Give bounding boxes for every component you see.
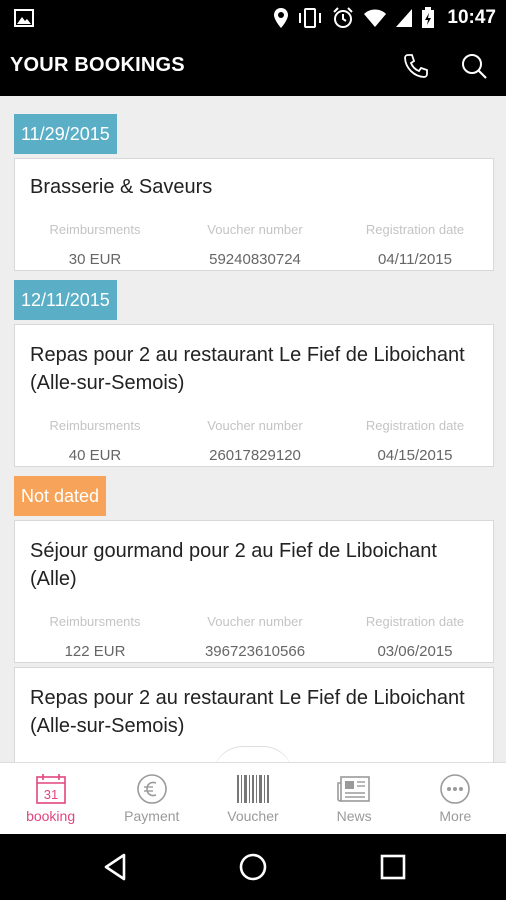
newspaper-icon — [337, 776, 370, 802]
voucher-column: Voucher number 26017829120 — [175, 415, 335, 469]
booking-card[interactable]: Séjour gourmand pour 2 au Fief de Liboic… — [14, 520, 494, 663]
voucher-value: 59240830724 — [209, 251, 301, 268]
reimbursments-value: 40 EUR — [68, 447, 122, 464]
search-icon — [462, 54, 487, 79]
nav-label: booking — [26, 808, 76, 824]
status-bar: 10:47 — [0, 0, 506, 36]
clock-time: 10:47 — [447, 7, 496, 28]
date-header: 12/11/2015 — [14, 280, 117, 320]
nav-news[interactable]: News — [304, 763, 405, 835]
registration-value: 03/06/2015 — [377, 643, 453, 660]
euro-coin-icon — [136, 774, 167, 804]
battery-icon — [422, 7, 435, 28]
meta-label: Reimbursments — [49, 222, 141, 237]
registration-value: 04/15/2015 — [377, 447, 453, 464]
date-header: 11/29/2015 — [14, 114, 117, 154]
nav-label: More — [439, 808, 472, 824]
reimbursments-value: 30 EUR — [68, 251, 122, 268]
nav-label: Payment — [124, 808, 180, 824]
reimbursments-value: 122 EUR — [64, 643, 126, 660]
date-header: Not dated — [14, 476, 107, 516]
booking-card[interactable]: Repas pour 2 au restaurant Le Fief de Li… — [14, 324, 494, 467]
booking-meta: Reimbursments 122 EUR Voucher number 396… — [15, 611, 495, 665]
calendar-day: 31 — [43, 787, 57, 802]
voucher-column: Voucher number 396723610566 — [175, 611, 335, 665]
meta-label: Voucher number — [207, 222, 303, 237]
voucher-value: 396723610566 — [204, 643, 306, 660]
booking-meta: Reimbursments 40 EUR Voucher number 2601… — [15, 415, 495, 469]
nav-voucher[interactable]: Voucher — [202, 763, 303, 835]
reimbursments-column: Reimbursments 40 EUR — [15, 415, 175, 469]
booking-card[interactable]: Brasserie & Saveurs Reimbursments 30 EUR… — [14, 158, 494, 271]
system-nav-bar — [0, 834, 506, 900]
more-dots-icon — [440, 774, 471, 804]
page-title: YOUR BOOKINGS — [10, 54, 185, 76]
alarm-icon — [333, 7, 354, 28]
meta-label: Voucher number — [207, 418, 303, 433]
meta-label: Registration date — [365, 222, 465, 237]
booking-title: Brasserie & Saveurs — [30, 176, 213, 198]
booking-title: Repas pour 2 au restaurant Le Fief de Li… — [30, 687, 465, 737]
bottom-nav: 31 booking Payment Voucher News More — [0, 762, 506, 834]
reimbursments-column: Reimbursments 30 EUR — [15, 219, 175, 273]
vibrate-icon — [299, 8, 322, 28]
reimbursments-column: Reimbursments 122 EUR — [15, 611, 175, 665]
nav-payment[interactable]: Payment — [101, 763, 202, 835]
back-icon[interactable] — [98, 850, 132, 884]
registration-column: Registration date 03/06/2015 — [335, 611, 495, 665]
meta-label: Registration date — [365, 614, 465, 629]
booking-title: Repas pour 2 au restaurant Le Fief de Li… — [30, 344, 465, 394]
registration-value: 04/11/2015 — [378, 251, 452, 268]
meta-label: Reimbursments — [49, 614, 141, 629]
call-button[interactable] — [400, 50, 432, 82]
location-icon — [274, 8, 289, 28]
app-bar: YOUR BOOKINGS — [0, 36, 506, 96]
signal-icon — [396, 9, 413, 27]
bookings-list[interactable]: 11/29/2015 Brasserie & Saveurs Reimbursm… — [0, 96, 506, 762]
meta-label: Reimbursments — [49, 418, 141, 433]
booking-title: Séjour gourmand pour 2 au Fief de Liboic… — [30, 540, 437, 590]
nav-label: News — [336, 808, 372, 824]
home-icon[interactable] — [236, 850, 270, 884]
calendar-icon: 31 — [35, 774, 66, 804]
meta-label: Registration date — [365, 418, 465, 433]
nav-more[interactable]: More — [405, 763, 506, 835]
registration-column: Registration date 04/15/2015 — [335, 415, 495, 469]
recents-icon[interactable] — [376, 850, 410, 884]
wifi-icon — [364, 9, 387, 27]
meta-label: Voucher number — [207, 614, 303, 629]
booking-meta: Reimbursments 30 EUR Voucher number 5924… — [15, 219, 495, 273]
status-icons: 10:47 — [273, 6, 496, 30]
barcode-icon — [236, 775, 269, 803]
search-button[interactable] — [458, 50, 490, 82]
voucher-column: Voucher number 59240830724 — [175, 219, 335, 273]
nav-label: Voucher — [227, 808, 279, 824]
registration-column: Registration date 04/11/2015 — [335, 219, 495, 273]
gallery-notification-icon — [14, 9, 34, 27]
voucher-value: 26017829120 — [209, 447, 301, 464]
phone-icon — [404, 54, 428, 78]
nav-booking[interactable]: 31 booking — [0, 763, 101, 835]
